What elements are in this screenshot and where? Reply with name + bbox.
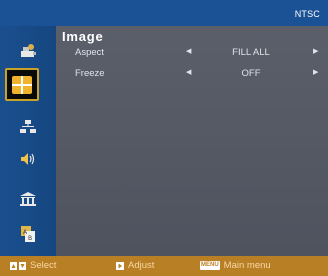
sidebar-item-audio[interactable]	[10, 144, 46, 174]
setting-row-aspect[interactable]: Aspect ◀ FILL ALL ▶	[56, 46, 328, 60]
setting-label: Freeze	[75, 68, 105, 79]
select-label: Select	[30, 260, 57, 271]
setting-value: OFF	[241, 68, 261, 79]
osd-menu: NTSC A B Image Aspect ◀ FILL ALL ▶ Freez…	[0, 0, 328, 276]
main-content: Image Aspect ◀ FILL ALL ▶ Freeze ◀ OFF ▶	[56, 26, 328, 256]
sidebar-item-setup[interactable]	[10, 184, 46, 214]
adjust-hint: Adjust	[116, 260, 154, 271]
sidebar-item-display[interactable]	[10, 112, 46, 142]
svg-text:B: B	[28, 235, 32, 242]
right-arrow-icon[interactable]: ▶	[313, 68, 318, 76]
page-title: Image	[62, 29, 104, 44]
up-down-keys-icon	[10, 261, 26, 270]
setting-label: Aspect	[75, 47, 105, 58]
speaker-icon	[19, 151, 37, 167]
signal-format-label: NTSC	[294, 9, 320, 19]
setting-value: FILL ALL	[232, 47, 270, 58]
grid-image-icon	[11, 75, 33, 95]
adjust-label: Adjust	[128, 260, 155, 271]
right-arrow-icon[interactable]: ▶	[313, 47, 318, 55]
camera-icon	[19, 43, 37, 59]
menu-key-icon: MENU	[200, 261, 220, 270]
main-menu-hint: MENU Main menu	[200, 260, 271, 271]
select-hint: Select	[10, 260, 56, 271]
building-icon	[19, 191, 37, 207]
setting-row-freeze[interactable]: Freeze ◀ OFF ▶	[56, 67, 328, 81]
network-icon	[19, 119, 37, 135]
sidebar: A B	[0, 26, 56, 256]
language-icon: A B	[19, 225, 37, 243]
sidebar-item-language[interactable]: A B	[10, 219, 46, 249]
right-key-icon	[116, 261, 124, 270]
footer-hints: Select Adjust MENU Main menu	[0, 256, 328, 276]
sidebar-item-image-settings[interactable]	[10, 36, 46, 66]
main-menu-label: Main menu	[223, 260, 271, 271]
left-arrow-icon[interactable]: ◀	[186, 47, 191, 55]
top-bar: NTSC	[0, 0, 328, 26]
sidebar-item-image[interactable]	[5, 68, 39, 101]
left-arrow-icon[interactable]: ◀	[186, 68, 191, 76]
